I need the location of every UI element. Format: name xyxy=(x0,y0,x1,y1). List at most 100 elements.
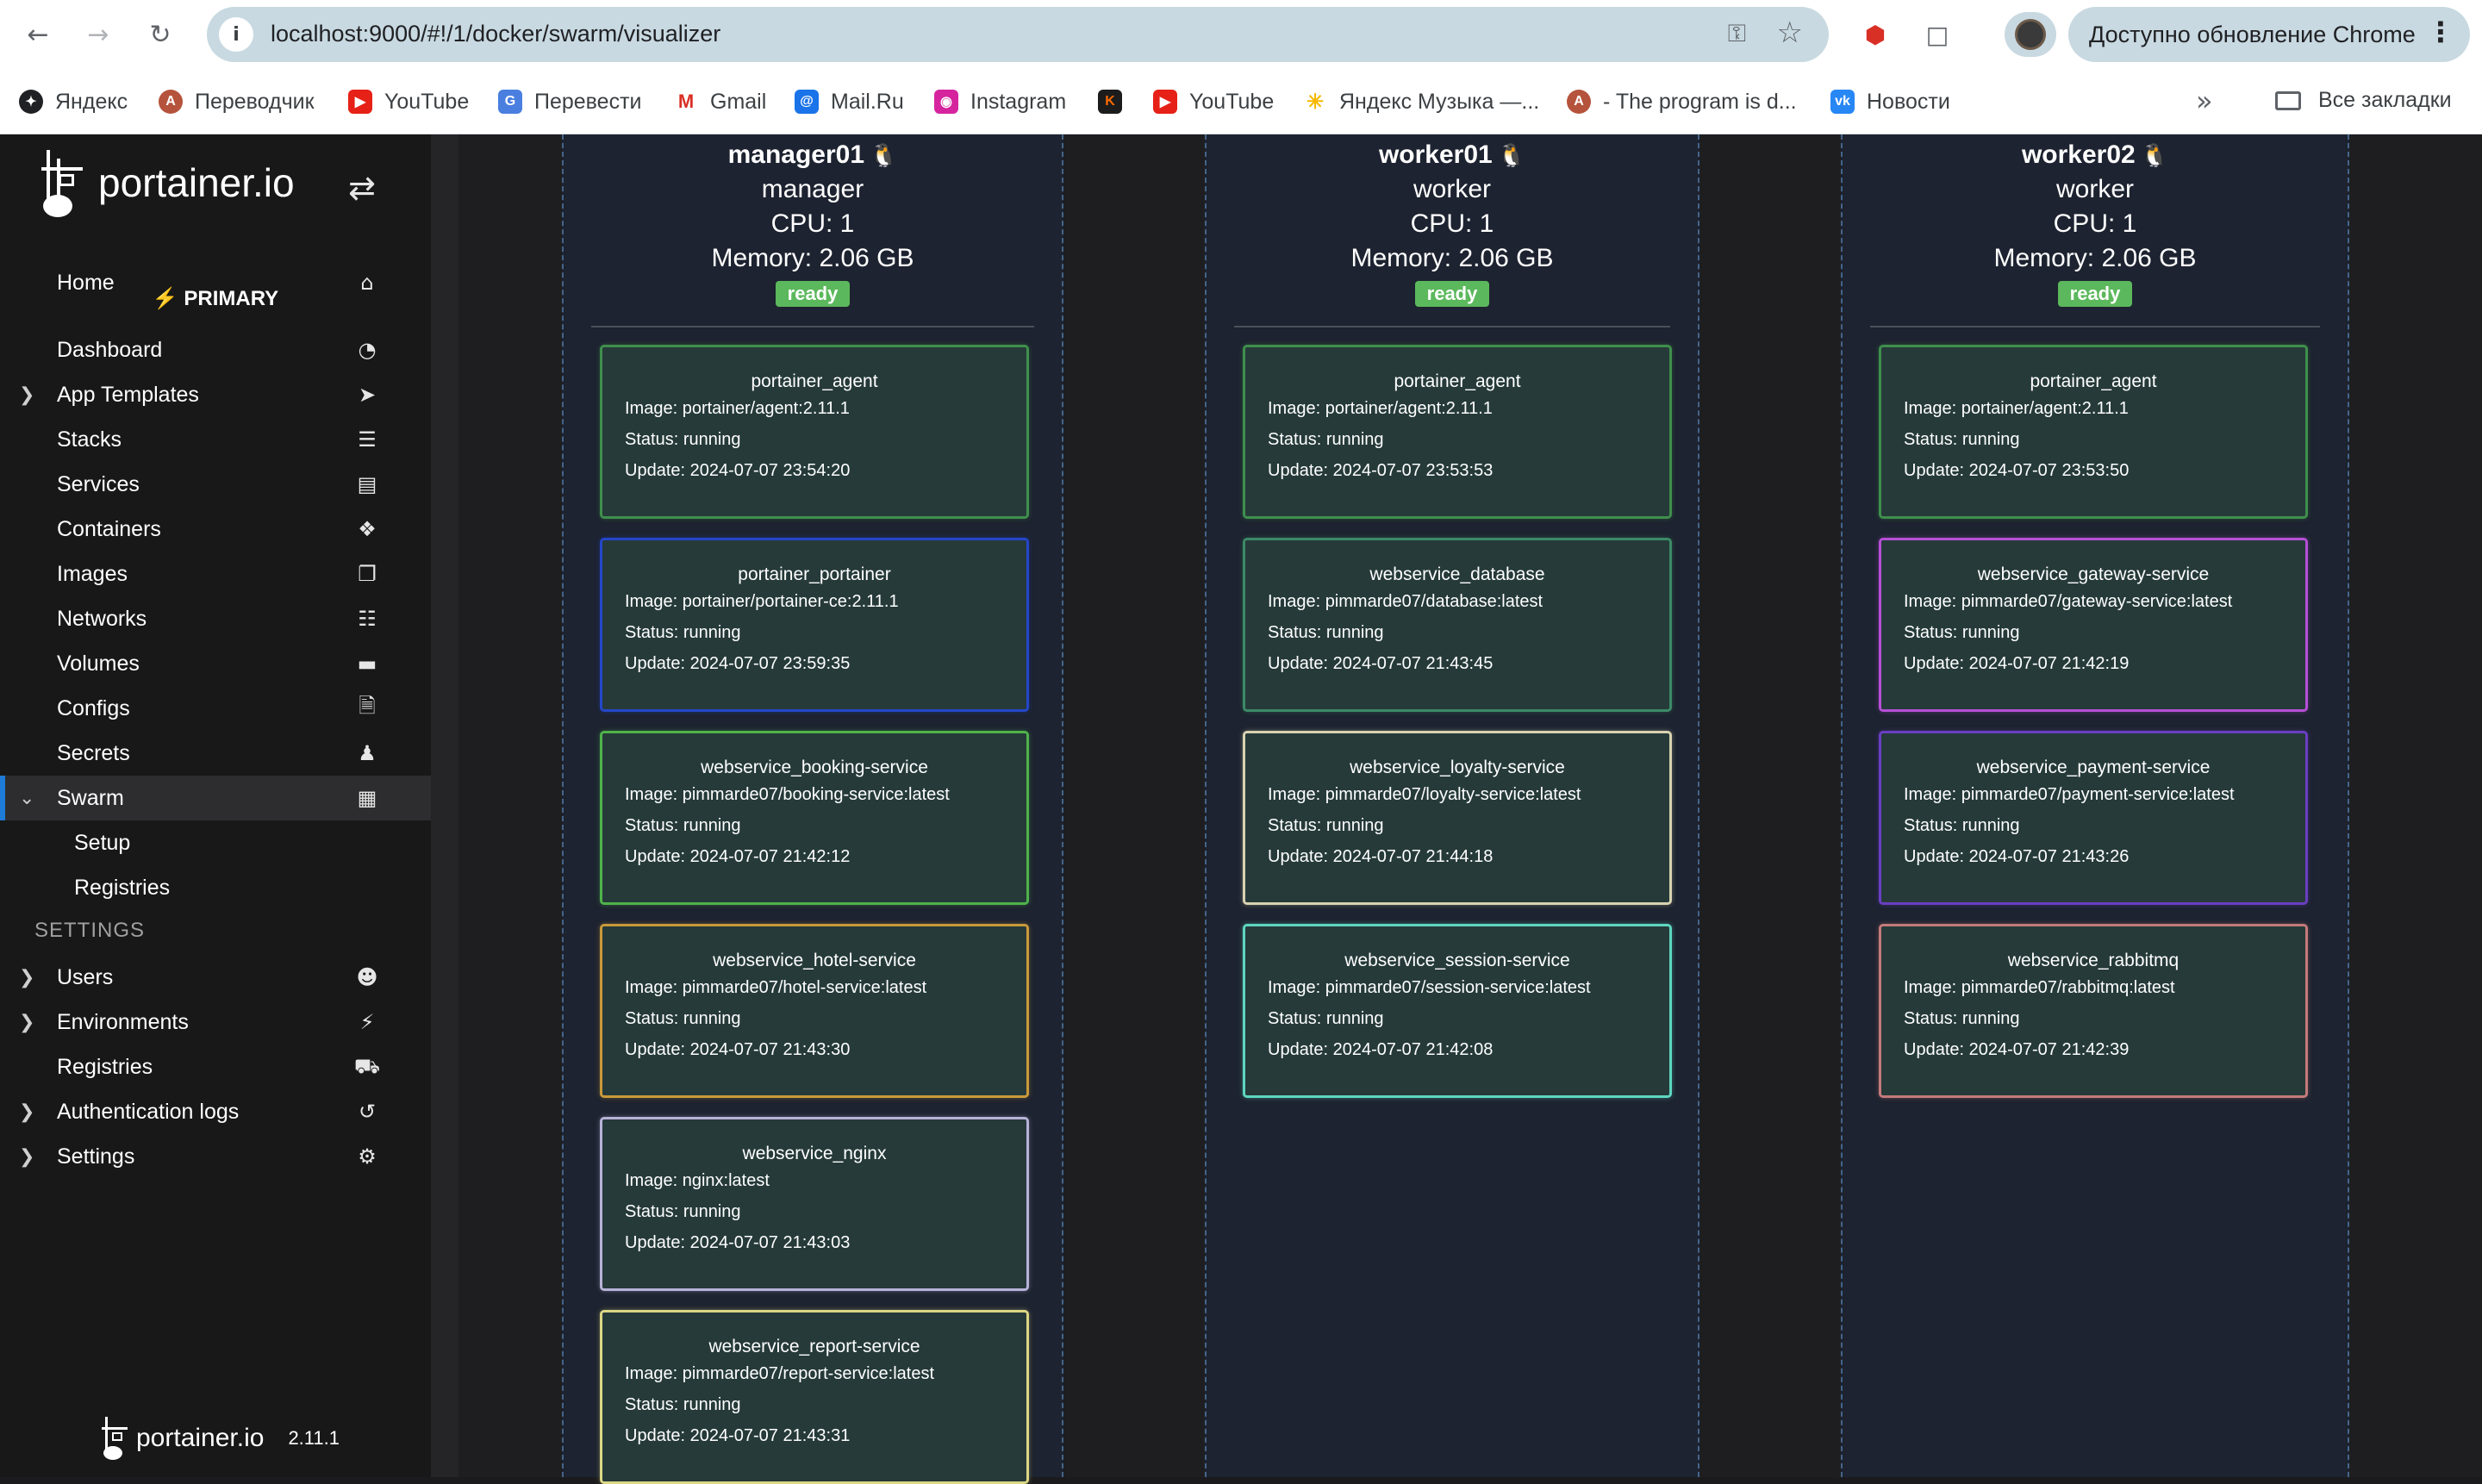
bookmark-youtube[interactable]: ▶ YouTube xyxy=(348,86,469,117)
task-card[interactable]: webservice_booking-service Image: pimmard… xyxy=(600,731,1029,905)
task-update: Update: 2024-07-07 21:42:08 xyxy=(1268,1040,1494,1059)
yandex-music-icon: ✳ xyxy=(1303,90,1327,114)
node-role: worker xyxy=(1412,175,1491,203)
bookmark-instagram[interactable]: ◉ Instagram xyxy=(934,86,1066,117)
task-status: Status: running xyxy=(625,1202,741,1221)
task-name: webservice_payment-service xyxy=(1976,758,2211,777)
bookmark-vk-news[interactable]: vk Новости xyxy=(1830,86,1950,117)
program-icon: A xyxy=(1567,90,1591,114)
kinopoisk-icon: K xyxy=(1098,90,1122,114)
chrome-update-button[interactable]: Доступно обновление Chrome ⋮ xyxy=(2068,7,2470,62)
translator-icon: A xyxy=(159,90,183,114)
adblock-extension-icon[interactable]: ⬢ xyxy=(1858,17,1893,52)
password-key-icon[interactable]: ⚿ xyxy=(1728,19,1746,48)
task-card[interactable]: webservice_hotel-service Image: pimmarde0… xyxy=(600,924,1029,1098)
kebab-menu-icon[interactable]: ⋮ xyxy=(2427,16,2454,48)
bookmark-gmail[interactable]: M Gmail xyxy=(674,86,766,117)
node-header: worker02 🐧 worker CPU: 1 Memory: 2.06 GB … xyxy=(1843,134,2348,307)
bookmark-yandex[interactable]: ✦ Яндекс xyxy=(19,86,128,117)
task-card[interactable]: portainer_agent Image: portainer/agent:2.… xyxy=(1243,345,1672,519)
all-bookmarks-button[interactable]: Все закладки xyxy=(2275,88,2452,113)
node-memory: Memory: 2.06 GB xyxy=(711,244,914,272)
task-status: Status: running xyxy=(1904,430,2020,449)
profile-avatar[interactable] xyxy=(2005,12,2056,57)
bookmark-translate[interactable]: G Перевести xyxy=(498,86,642,117)
bookmark-youtube-2[interactable]: ▶ YouTube xyxy=(1153,86,1274,117)
node-header: worker01 🐧 worker CPU: 1 Memory: 2.06 GB … xyxy=(1207,134,1698,307)
task-card[interactable]: portainer_agent Image: portainer/agent:2.… xyxy=(600,345,1029,519)
task-image: Image: portainer/portainer-ce:2.11.1 xyxy=(625,592,899,611)
node-cpu: CPU: 1 xyxy=(1410,209,1494,238)
status-badge: ready xyxy=(1414,281,1490,307)
task-image: Image: pimmarde07/report-service:latest xyxy=(625,1364,935,1383)
task-card[interactable]: webservice_loyalty-service Image: pimmard… xyxy=(1243,731,1672,905)
bookmark-mailru[interactable]: @ Mail.Ru xyxy=(795,86,904,117)
task-card[interactable]: webservice_nginx Image: nginx:latest Statu… xyxy=(600,1117,1029,1291)
task-update: Update: 2024-07-07 21:43:31 xyxy=(625,1426,851,1445)
task-card[interactable]: webservice_payment-service Image: pimmard… xyxy=(1879,731,2308,905)
yandex-icon: ✦ xyxy=(19,90,43,114)
bookmark-yandex-music[interactable]: ✳ Яндекс Музыка —... xyxy=(1303,86,1539,117)
gmail-icon: M xyxy=(674,90,698,114)
vk-icon: vk xyxy=(1830,90,1855,114)
task-card[interactable]: webservice_session-service Image: pimmard… xyxy=(1243,924,1672,1098)
node-memory: Memory: 2.06 GB xyxy=(1993,244,2197,272)
task-image: Image: portainer/agent:2.11.1 xyxy=(625,399,850,418)
linux-icon: 🐧 xyxy=(1497,142,1526,168)
bookmark-label: Новости xyxy=(1867,89,1950,114)
bookmark-label: YouTube xyxy=(384,89,470,114)
bookmark-label: Яндекс Музыка —... xyxy=(1339,89,1540,114)
bookmark-label: - The program is d... xyxy=(1603,89,1797,114)
task-card[interactable]: portainer_portainer Image: portainer/port… xyxy=(600,538,1029,712)
task-image: Image: portainer/agent:2.11.1 xyxy=(1904,399,2129,418)
status-badge: ready xyxy=(775,281,851,307)
bookmark-translator[interactable]: A Переводчик xyxy=(159,86,315,117)
back-icon[interactable]: ← xyxy=(19,16,57,53)
more-bookmarks-chevron-icon[interactable]: » xyxy=(2196,84,2213,117)
bookmark-label: Переводчик xyxy=(195,89,315,114)
bookmark-star-icon[interactable]: ☆ xyxy=(1777,16,1803,50)
node-divider xyxy=(591,326,1034,327)
site-info-icon[interactable]: i xyxy=(219,17,253,52)
bookmarks-bar: ✦ Яндекс A Переводчик ▶ YouTube G Перевести … xyxy=(0,69,2482,134)
task-status: Status: running xyxy=(625,430,741,449)
task-image: Image: pimmarde07/booking-service:latest xyxy=(625,785,950,804)
task-card[interactable]: webservice_report-service Image: pimmarde… xyxy=(600,1310,1029,1484)
task-name: portainer_agent xyxy=(751,371,878,391)
task-card[interactable]: webservice_rabbitmq Image: pimmarde07/rab… xyxy=(1879,924,2308,1098)
node-name: worker01 xyxy=(1378,140,1493,169)
task-name: webservice_gateway-service xyxy=(1977,564,2210,584)
task-status: Status: running xyxy=(1268,623,1384,642)
task-card[interactable]: portainer_agent Image: portainer/agent:2.… xyxy=(1879,345,2308,519)
reload-icon[interactable]: ↻ xyxy=(141,16,179,53)
task-card[interactable]: webservice_database Image: pimmarde07/dat… xyxy=(1243,538,1672,712)
mailru-icon: @ xyxy=(795,90,819,114)
task-status: Status: running xyxy=(1268,430,1384,449)
instagram-icon: ◉ xyxy=(934,90,958,114)
bookmark-label: Gmail xyxy=(710,89,767,114)
task-update: Update: 2024-07-07 23:59:35 xyxy=(625,654,851,673)
extensions-puzzle-icon[interactable]: □ xyxy=(1920,17,1955,52)
task-image: Image: pimmarde07/hotel-service:latest xyxy=(625,978,927,997)
forward-icon[interactable]: → xyxy=(79,16,117,53)
task-card[interactable]: webservice_gateway-service Image: pimmard… xyxy=(1879,538,2308,712)
bookmark-kinopoisk[interactable]: K xyxy=(1098,86,1134,117)
bookmark-label: Instagram xyxy=(970,89,1067,114)
task-name: portainer_agent xyxy=(1394,371,1521,391)
bookmark-label: Mail.Ru xyxy=(831,89,904,114)
task-image: Image: pimmarde07/gateway-service:latest xyxy=(1904,592,2233,611)
address-bar[interactable]: i localhost:9000/#!/1/docker/swarm/visua… xyxy=(207,7,1829,62)
task-image: Image: pimmarde07/loyalty-service:latest xyxy=(1268,785,1581,804)
address-url[interactable]: localhost:9000/#!/1/docker/swarm/visuali… xyxy=(271,21,720,47)
task-image: Image: pimmarde07/payment-service:latest xyxy=(1904,785,2235,804)
task-status: Status: running xyxy=(1904,623,2020,642)
node-header: manager01 🐧 manager CPU: 1 Memory: 2.06 G… xyxy=(564,134,1062,307)
task-name: webservice_database xyxy=(1369,564,1545,584)
task-name: webservice_hotel-service xyxy=(713,951,916,970)
task-update: Update: 2024-07-07 23:54:20 xyxy=(625,461,851,480)
linux-icon: 🐧 xyxy=(2140,142,2169,168)
task-status: Status: running xyxy=(625,816,741,835)
bookmark-label: Перевести xyxy=(534,89,642,114)
node-column-worker02: worker02 🐧 worker CPU: 1 Memory: 2.06 GB … xyxy=(1841,134,2349,1477)
bookmark-program[interactable]: A - The program is d... xyxy=(1567,86,1797,117)
